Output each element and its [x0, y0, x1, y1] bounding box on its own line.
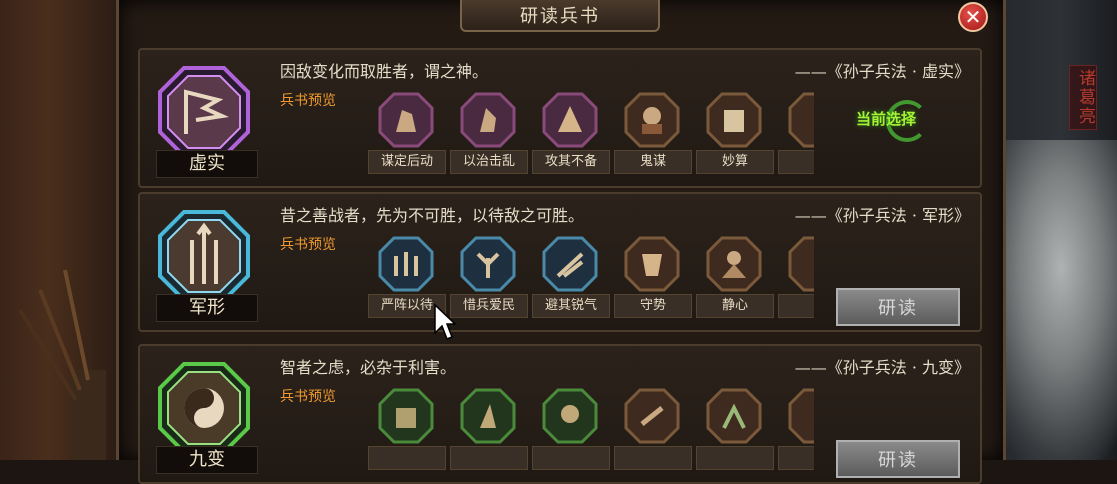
skill-item[interactable] — [774, 82, 814, 178]
book-card[interactable]: 虚实 因敌变化而取胜者，谓之神。 ——《孙子兵法 · 虚实》 兵书预览 谋定后动… — [138, 48, 982, 188]
skill-item[interactable]: 谋定后动 — [364, 82, 446, 178]
skill-icon — [788, 388, 814, 444]
skill-item[interactable]: 妙算 — [692, 82, 774, 178]
close-button[interactable]: ✕ — [958, 2, 988, 32]
skill-icon — [378, 236, 434, 292]
book-source: ——《孙子兵法 · 九变》 — [794, 358, 970, 377]
skill-icon — [542, 236, 598, 292]
skill-icon — [378, 92, 434, 148]
skill-label — [614, 446, 692, 470]
book-emblem — [156, 208, 252, 304]
skill-label — [532, 446, 610, 470]
skill-label — [778, 150, 814, 174]
skill-label: 惜兵爱民 — [450, 294, 528, 318]
skill-label: 守势 — [614, 294, 692, 318]
skill-item[interactable]: 守势 — [610, 226, 692, 322]
book-title: 九变 — [156, 446, 258, 474]
skill-label: 谋定后动 — [368, 150, 446, 174]
skill-item[interactable]: 攻其不备 — [528, 82, 610, 178]
skill-icon — [542, 92, 598, 148]
preview-label: 兵书预览 — [280, 389, 336, 405]
study-button[interactable]: 研读 — [836, 288, 960, 326]
skill-icon — [378, 388, 434, 444]
preview-label: 兵书预览 — [280, 237, 336, 253]
book-card[interactable]: 军形 昔之善战者，先为不可胜，以待敌之可胜。 ——《孙子兵法 · 军形》 兵书预… — [138, 192, 982, 332]
book-emblem — [156, 360, 252, 456]
skill-label: 静心 — [696, 294, 774, 318]
skill-label: 攻其不备 — [532, 150, 610, 174]
book-source: ——《孙子兵法 · 虚实》 — [794, 62, 970, 81]
yin-yang-icon — [158, 362, 250, 454]
skill-label: 避其锐气 — [532, 294, 610, 318]
skill-icon — [788, 92, 814, 148]
skill-label — [450, 446, 528, 470]
skill-icon — [706, 92, 762, 148]
banner-icon — [158, 66, 250, 158]
current-selection-status: 当前选择 — [856, 110, 917, 128]
window-title: 研读兵书 — [520, 6, 600, 27]
arrows-icon — [158, 210, 250, 302]
skill-item[interactable]: 静心 — [692, 226, 774, 322]
book-card[interactable]: 九变 智者之虑，必杂于利害。 ——《孙子兵法 · 九变》 兵书预览 研读 — [138, 344, 982, 484]
skill-list: 严阵以待 惜兵爱民 避其锐气 守势 静心 — [364, 226, 814, 322]
skill-icon — [624, 236, 680, 292]
skill-label — [778, 446, 814, 470]
brush-holder-icon — [18, 269, 106, 460]
book-title: 虚实 — [156, 150, 258, 178]
title-bar: 研读兵书 — [460, 0, 660, 32]
skill-icon — [542, 388, 598, 444]
skill-item[interactable]: 鬼谋 — [610, 82, 692, 178]
skill-label: 鬼谋 — [614, 150, 692, 174]
skill-icon — [706, 236, 762, 292]
skill-label — [696, 446, 774, 470]
skill-item[interactable]: 避其锐气 — [528, 226, 610, 322]
skill-item[interactable]: 以治击乱 — [446, 82, 528, 178]
skill-label: 以治击乱 — [450, 150, 528, 174]
mouse-cursor-icon — [434, 303, 457, 340]
book-quote: 智者之虑，必杂于利害。 — [280, 358, 457, 377]
skill-list: 谋定后动 以治击乱 攻其不备 鬼谋 妙算 — [364, 82, 814, 178]
skill-item[interactable]: 惜兵爱民 — [446, 226, 528, 322]
book-emblem — [156, 64, 252, 160]
background-left-scene — [0, 0, 120, 460]
skill-icon — [460, 388, 516, 444]
book-quote: 昔之善战者，先为不可胜，以待敌之可胜。 — [280, 206, 585, 225]
preview-label: 兵书预览 — [280, 93, 336, 109]
book-title: 军形 — [156, 294, 258, 322]
book-quote: 因敌变化而取胜者，谓之神。 — [280, 62, 489, 81]
skill-icon — [624, 388, 680, 444]
character-name: 诸葛亮 — [1069, 65, 1097, 130]
study-button[interactable]: 研读 — [836, 440, 960, 478]
skill-label: 妙算 — [696, 150, 774, 174]
skill-label — [778, 294, 814, 318]
skill-item[interactable] — [774, 226, 814, 322]
skill-icon — [460, 92, 516, 148]
close-icon: ✕ — [964, 5, 982, 29]
skill-icon — [460, 236, 516, 292]
book-source: ——《孙子兵法 · 军形》 — [794, 206, 970, 225]
skill-icon — [706, 388, 762, 444]
skill-label — [368, 446, 446, 470]
skill-icon — [788, 236, 814, 292]
skill-icon — [624, 92, 680, 148]
